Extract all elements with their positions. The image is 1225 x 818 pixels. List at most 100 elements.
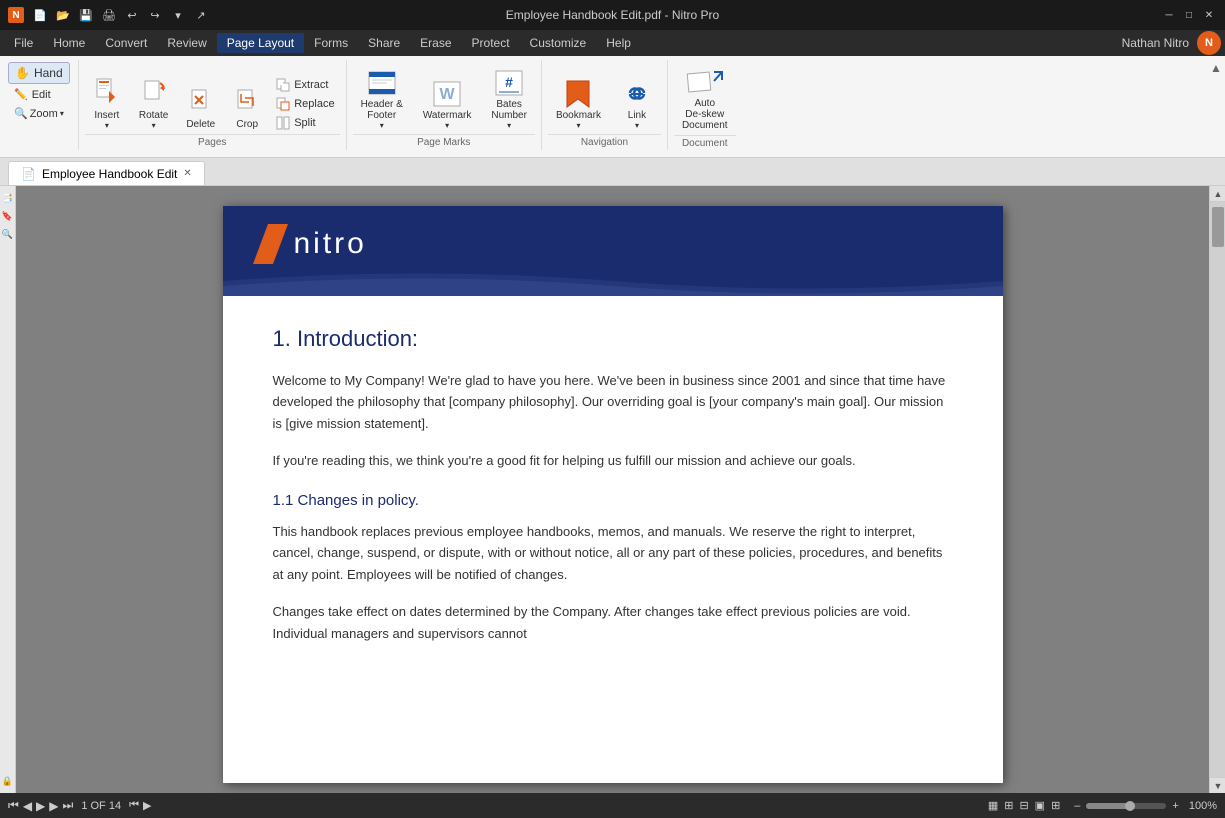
scroll-track[interactable] (1210, 202, 1225, 777)
first-page-button[interactable]: ⏮ (8, 798, 19, 813)
qa-open-btn[interactable]: 📂 (53, 5, 73, 25)
pdf-viewer: nitro 1. Introduction: Welcome to My Com… (16, 186, 1209, 793)
menu-home[interactable]: Home (43, 33, 95, 53)
sidebar-bookmarks-icon[interactable]: 🔖 (2, 210, 14, 222)
qa-print-btn[interactable]: 🖨 (99, 5, 119, 25)
zoom-slider-thumb[interactable] (1125, 801, 1135, 811)
menu-convert[interactable]: Convert (95, 33, 157, 53)
tab-bar: 📄 Employee Handbook Edit ✕ (0, 158, 1225, 186)
prev-page-button[interactable]: ◀ (23, 799, 32, 813)
link-icon (621, 78, 653, 110)
header-footer-label: Header &Footer (361, 99, 403, 121)
bookmark-button[interactable]: Bookmark ▾ (548, 74, 609, 134)
title-bar-left: N 📄 📂 💾 🖨 ↩ ↪ ▾ ↗ (8, 5, 211, 25)
zoom-label: Zoom (30, 108, 58, 120)
menu-page-layout[interactable]: Page Layout (217, 33, 304, 53)
qa-more-btn[interactable]: ▾ (168, 5, 188, 25)
left-sidebar: 📑 🔖 🔍 🔒 (0, 186, 16, 793)
crop-icon (233, 86, 261, 118)
crop-button[interactable]: Crop (225, 82, 269, 134)
pdf-para2: If you're reading this, we think you're … (273, 450, 953, 471)
split-button[interactable]: Split (271, 114, 339, 132)
scrollbar-vertical[interactable]: ▲ ▼ (1209, 186, 1225, 793)
qa-redo-btn[interactable]: ↪ (145, 5, 165, 25)
menu-help[interactable]: Help (596, 33, 641, 53)
zoom-slider[interactable] (1086, 803, 1166, 809)
edit-label: Edit (32, 89, 51, 101)
menu-protect[interactable]: Protect (462, 33, 520, 53)
sidebar-search-icon[interactable]: 🔍 (2, 228, 14, 240)
hand-tool-button[interactable]: ✋ Hand (8, 62, 70, 84)
zoom-tool-button[interactable]: 🔍 Zoom ▾ (8, 105, 70, 122)
extract-button[interactable]: Extract (271, 76, 339, 94)
zoom-icon: 🔍 (14, 107, 28, 120)
page-info: 1 OF 14 (81, 800, 121, 812)
user-avatar[interactable]: N (1197, 31, 1221, 55)
watermark-label: Watermark (423, 110, 472, 121)
last-page-button[interactable]: ⏭ (63, 798, 74, 813)
play-button[interactable]: ▶ (36, 799, 45, 813)
ribbon-collapse-button[interactable]: ▲ (1209, 58, 1223, 78)
delete-button[interactable]: Delete (178, 82, 223, 134)
svg-text:#: # (505, 74, 513, 90)
scroll-down-button[interactable]: ▼ (1210, 777, 1225, 793)
menu-review[interactable]: Review (157, 33, 216, 53)
menu-customize[interactable]: Customize (520, 33, 597, 53)
zoom-out-button[interactable]: – (1074, 800, 1080, 812)
minimize-button[interactable]: ─ (1161, 7, 1177, 23)
view-icon-5[interactable]: ⊞ (1051, 799, 1060, 812)
zoom-in-button[interactable]: + (1172, 800, 1178, 812)
maximize-button[interactable]: □ (1181, 7, 1197, 23)
document-label: Document (674, 135, 736, 149)
page-navigation: ⏮ ◀ ▶ ▶ ⏭ 1 OF 14 (8, 798, 121, 813)
scroll-up-button[interactable]: ▲ (1210, 186, 1225, 202)
pdf-content: 1. Introduction: Welcome to My Company! … (223, 296, 1003, 674)
nitro-logo-icon (253, 224, 288, 264)
bates-dropdown: ▾ (507, 121, 511, 130)
close-button[interactable]: ✕ (1201, 7, 1217, 23)
scroll-thumb[interactable] (1212, 207, 1224, 247)
replace-button[interactable]: Replace (271, 95, 339, 113)
watermark-icon: W (431, 78, 463, 110)
user-name: Nathan Nitro (1122, 36, 1189, 50)
auto-deskew-button[interactable]: AutoDe-skewDocument (674, 62, 736, 135)
qa-save-btn[interactable]: 💾 (76, 5, 96, 25)
view-icon-2[interactable]: ⊞ (1004, 799, 1013, 812)
rewind-button[interactable]: ⏮ (129, 799, 139, 812)
zoom-dropdown-icon: ▾ (60, 109, 64, 118)
menu-erase[interactable]: Erase (410, 33, 461, 53)
page-marks-group: Header &Footer ▾ W Watermark ▾ # BatesNu… (347, 60, 542, 150)
link-button[interactable]: Link ▾ (613, 74, 661, 134)
next-page-button[interactable]: ▶ (49, 799, 58, 813)
watermark-button[interactable]: W Watermark ▾ (415, 74, 480, 134)
rotate-button[interactable]: Rotate ▾ (131, 73, 176, 134)
pencil-icon: ✏️ (14, 88, 28, 101)
link-dropdown: ▾ (635, 121, 639, 130)
qa-undo-btn[interactable]: ↩ (122, 5, 142, 25)
pages-group: Insert ▾ Rotate ▾ Delete (79, 60, 347, 150)
bates-number-button[interactable]: # BatesNumber ▾ (483, 63, 535, 134)
view-icon-1[interactable]: ▦ (988, 799, 998, 812)
app-icon: N (8, 7, 24, 23)
insert-button[interactable]: Insert ▾ (85, 73, 129, 134)
edit-tool-button[interactable]: ✏️ Edit (8, 86, 70, 103)
pdf-heading2: 1.1 Changes in policy. (273, 492, 953, 509)
delete-icon (187, 86, 215, 118)
menu-forms[interactable]: Forms (304, 33, 358, 53)
view-icon-4[interactable]: ▣ (1035, 799, 1045, 812)
header-footer-button[interactable]: Header &Footer ▾ (353, 63, 411, 134)
rotate-label: Rotate (139, 110, 168, 121)
sidebar-lock-icon[interactable]: 🔒 (2, 775, 14, 787)
menu-share[interactable]: Share (358, 33, 410, 53)
play-media-button[interactable]: ▶ (143, 799, 151, 812)
hand-icon: ✋ (15, 66, 30, 80)
menu-bar: File Home Convert Review Page Layout For… (0, 30, 1225, 56)
insert-dropdown: ▾ (105, 121, 109, 130)
view-icon-3[interactable]: ⊟ (1019, 799, 1028, 812)
menu-file[interactable]: File (4, 33, 43, 53)
sidebar-pages-icon[interactable]: 📑 (2, 192, 14, 204)
tab-close-button[interactable]: ✕ (183, 168, 191, 179)
document-tab[interactable]: 📄 Employee Handbook Edit ✕ (8, 161, 205, 185)
qa-new-btn[interactable]: 📄 (30, 5, 50, 25)
link-label: Link (628, 110, 646, 121)
